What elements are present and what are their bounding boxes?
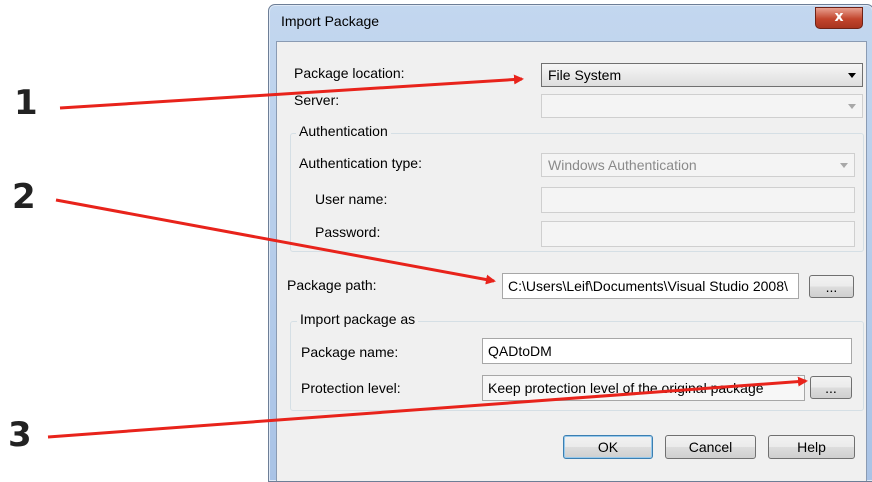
- annotation-arrows: [47, 74, 808, 439]
- arrow-1: [59, 74, 524, 110]
- arrow-3: [47, 376, 808, 439]
- arrow-2: [55, 198, 496, 285]
